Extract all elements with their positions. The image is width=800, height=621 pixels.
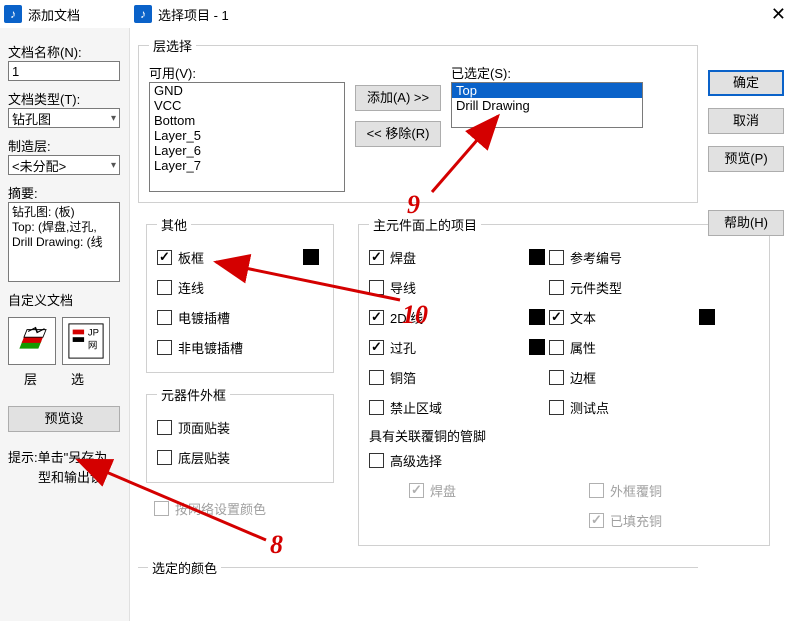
summary-box: 钻孔图: (板) Top: (焊盘,过孔, Drill Drawing: (线 xyxy=(8,202,120,282)
connect-checkbox[interactable] xyxy=(157,280,172,295)
list-item[interactable]: Top xyxy=(452,83,642,98)
nonplated-slot-checkbox[interactable] xyxy=(157,340,172,355)
layer-select-group: 层选择 可用(V): GND VCC Bottom Layer_5 Layer_… xyxy=(138,36,698,203)
color-swatch[interactable] xyxy=(303,249,319,265)
summary-line: Top: (焊盘,过孔, xyxy=(12,220,116,235)
sel-tab-label: 选 xyxy=(71,369,84,388)
doc-type-value: 钻孔图 xyxy=(12,109,51,128)
layer-tab-label: 层 xyxy=(24,369,37,388)
selection-icon-button[interactable]: JP 网 xyxy=(62,317,110,365)
add-button[interactable]: 添加(A) >> xyxy=(355,85,441,111)
other-legend: 其他 xyxy=(157,215,191,234)
via-checkbox[interactable] xyxy=(369,340,384,355)
color-swatch[interactable] xyxy=(529,339,545,355)
summary-label: 摘要: xyxy=(8,183,121,202)
testpoint-checkbox[interactable] xyxy=(549,400,564,415)
svg-text:JP: JP xyxy=(88,327,99,338)
title-select-items: 选择项目 - 1 xyxy=(158,5,229,24)
cancel-button[interactable]: 取消 xyxy=(708,108,784,134)
chevron-down-icon: ▾ xyxy=(111,113,116,124)
fab-layer-label: 制造层: xyxy=(8,136,121,155)
wire-checkbox[interactable] xyxy=(369,280,384,295)
chevron-down-icon: ▾ xyxy=(111,160,116,171)
main-items-group: 主元件面上的项目 焊盘 参考编号 导线 元件类型 2D 线 文本 过孔 属性 铜… xyxy=(358,215,770,546)
titlebar-select-items: ♪ 选择项目 - 1 xyxy=(130,0,800,28)
top-assembly-checkbox[interactable] xyxy=(157,420,172,435)
adv-pad-checkbox xyxy=(409,483,424,498)
doc-name-input[interactable] xyxy=(8,61,120,81)
help-button[interactable]: 帮助(H) xyxy=(708,210,784,236)
summary-line: 钻孔图: (板) xyxy=(12,205,116,220)
plated-slot-checkbox[interactable] xyxy=(157,310,172,325)
board-outline-checkbox[interactable] xyxy=(157,250,172,265)
border-checkbox[interactable] xyxy=(549,370,564,385)
custom-doc-label: 自定义文档 xyxy=(8,290,121,309)
comp-outline-legend: 元器件外框 xyxy=(157,385,230,404)
doc-type-combo[interactable]: 钻孔图 ▾ xyxy=(8,108,120,128)
by-net-color-checkbox xyxy=(154,501,169,516)
available-listbox[interactable]: GND VCC Bottom Layer_5 Layer_6 Layer_7 xyxy=(149,82,345,192)
refdes-checkbox[interactable] xyxy=(549,250,564,265)
color-swatch[interactable] xyxy=(699,309,715,325)
fab-layer-combo[interactable]: <未分配> ▾ xyxy=(8,155,120,175)
assoc-copper-label: 具有关联覆铜的管脚 xyxy=(369,426,759,445)
comptype-checkbox[interactable] xyxy=(549,280,564,295)
other-group: 其他 板框 连线 电镀插槽 非电镀插槽 xyxy=(146,215,334,373)
keepout-checkbox[interactable] xyxy=(369,400,384,415)
bottom-assembly-checkbox[interactable] xyxy=(157,450,172,465)
color-swatch[interactable] xyxy=(529,249,545,265)
select-items-dialog: 确定 取消 预览(P) 帮助(H) 层选择 可用(V): GND VCC Bot… xyxy=(130,28,800,621)
advanced-checkbox[interactable] xyxy=(369,453,384,468)
line2d-checkbox[interactable] xyxy=(369,310,384,325)
preview-button[interactable]: 预览(P) xyxy=(708,146,784,172)
layer-select-legend: 层选择 xyxy=(149,36,196,55)
doc-type-label: 文档类型(T): xyxy=(8,89,121,108)
titlebar-add-doc: ♪ 添加文档 xyxy=(0,0,130,28)
remove-button[interactable]: << 移除(R) xyxy=(355,121,441,147)
list-item[interactable]: Drill Drawing xyxy=(452,98,642,113)
list-item[interactable]: Layer_7 xyxy=(150,158,344,173)
available-label: 可用(V): xyxy=(149,63,345,82)
add-doc-pane: 文档名称(N): 文档类型(T): 钻孔图 ▾ 制造层: <未分配> ▾ 摘要:… xyxy=(0,28,130,621)
selected-color-group: 选定的颜色 xyxy=(138,558,698,595)
attr-checkbox[interactable] xyxy=(549,340,564,355)
pad-checkbox[interactable] xyxy=(369,250,384,265)
comp-outline-group: 元器件外框 顶面贴装 底层贴装 xyxy=(146,385,334,483)
summary-line: Drill Drawing: (线 xyxy=(12,235,116,250)
list-item[interactable]: Layer_5 xyxy=(150,128,344,143)
ok-button[interactable]: 确定 xyxy=(708,70,784,96)
list-item[interactable]: Layer_6 xyxy=(150,143,344,158)
list-item[interactable]: GND xyxy=(150,83,344,98)
text-checkbox[interactable] xyxy=(549,310,564,325)
doc-name-label: 文档名称(N): xyxy=(8,42,121,61)
svg-text:网: 网 xyxy=(88,341,98,352)
adv-outline-checkbox xyxy=(589,483,604,498)
title-add-doc: 添加文档 xyxy=(28,5,80,24)
fab-layer-value: <未分配> xyxy=(12,156,66,175)
selected-listbox[interactable]: Top Drill Drawing xyxy=(451,82,643,128)
selected-label: 已选定(S): xyxy=(451,63,643,82)
app-icon: ♪ xyxy=(4,5,22,23)
main-items-legend: 主元件面上的项目 xyxy=(369,215,481,234)
close-button[interactable]: ✕ xyxy=(771,4,786,25)
hint-text: 提示:单击"另存为 型和输出设 xyxy=(8,448,121,488)
list-item[interactable]: Bottom xyxy=(150,113,344,128)
list-item[interactable]: VCC xyxy=(150,98,344,113)
adv-filled-checkbox xyxy=(589,513,604,528)
app-icon: ♪ xyxy=(134,5,152,23)
layers-icon-button[interactable] xyxy=(8,317,56,365)
selected-color-legend: 选定的颜色 xyxy=(148,558,221,577)
preview-settings-button[interactable]: 预览设 xyxy=(8,406,120,432)
copper-checkbox[interactable] xyxy=(369,370,384,385)
color-swatch[interactable] xyxy=(529,309,545,325)
